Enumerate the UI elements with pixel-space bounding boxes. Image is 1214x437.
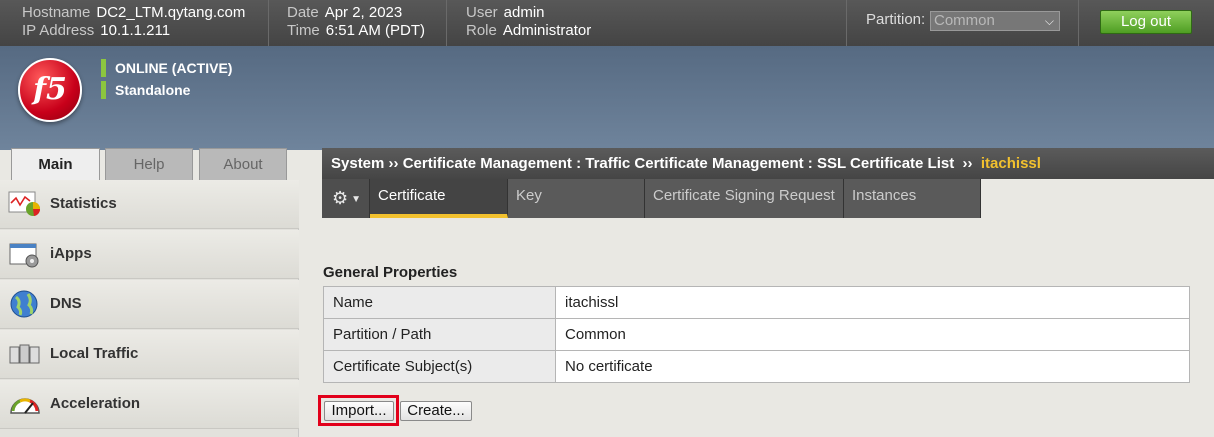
property-value: Common <box>555 318 1190 351</box>
acceleration-gauge-icon <box>8 389 42 419</box>
general-properties-title: General Properties <box>323 264 458 281</box>
f5-logo: f5 <box>18 58 82 122</box>
datetime-info: Date Apr 2, 2023 Time 6:51 AM (PDT) <box>287 4 425 40</box>
property-value: No certificate <box>555 350 1190 383</box>
sidebar-item-label: DNS <box>50 295 82 312</box>
sidebar-item-label: Statistics <box>50 195 117 212</box>
time-value: 6:51 AM (PDT) <box>325 22 425 39</box>
breadcrumb: System ›› Certificate Management : Traff… <box>322 148 1214 179</box>
sidebar-item-local-traffic[interactable]: Local Traffic <box>0 330 299 379</box>
breadcrumb-separator: ›› <box>954 155 981 172</box>
time-label: Time <box>287 22 320 39</box>
divider <box>446 0 447 46</box>
host-info: Hostname DC2_LTM.qytang.com IP Address 10.… <box>22 4 245 40</box>
tab-certificate-signing-request[interactable]: Certificate Signing Request <box>645 179 844 218</box>
sidebar-menu: Statistics iApps DNS Local Traffic Accel… <box>0 180 299 437</box>
top-info-bar: Hostname DC2_LTM.qytang.com IP Address 10.… <box>0 0 1214 46</box>
partition-selector: Partition: Common ⌵ <box>866 11 1060 31</box>
property-key: Name <box>323 286 556 319</box>
breadcrumb-current: itachissl <box>980 155 1041 172</box>
partition-dropdown[interactable]: Common ⌵ <box>930 11 1060 31</box>
general-properties-table: Name itachissl Partition / Path Common C… <box>323 286 1190 383</box>
banner: f5 ONLINE (ACTIVE) Standalone <box>0 46 1214 150</box>
tab-help[interactable]: Help <box>105 148 193 180</box>
sidebar-item-label: iApps <box>50 245 92 262</box>
caret-down-icon: ▼ <box>351 193 362 205</box>
table-row: Name itachissl <box>323 286 1190 319</box>
divider <box>846 0 847 46</box>
role-value: Administrator <box>502 22 592 39</box>
table-row: Certificate Subject(s) No certificate <box>323 350 1190 383</box>
sidebar-item-label: Acceleration <box>50 395 141 412</box>
tab-key[interactable]: Key <box>508 179 645 218</box>
sidebar-item-statistics[interactable]: Statistics <box>0 180 299 229</box>
table-row: Partition / Path Common <box>323 318 1190 351</box>
sidebar-item-iapps[interactable]: iApps <box>0 230 299 279</box>
ip-label: IP Address <box>22 22 95 39</box>
highlight-box <box>318 395 399 426</box>
dns-globe-icon <box>8 289 42 319</box>
gear-icon: ⚙ <box>332 188 349 208</box>
tab-instances[interactable]: Instances <box>844 179 981 218</box>
iapps-icon <box>8 239 42 269</box>
ip-value: 10.1.1.211 <box>100 22 171 39</box>
hostname-label: Hostname <box>22 4 91 21</box>
status-online: ONLINE (ACTIVE) <box>101 59 232 77</box>
chevron-down-icon: ⌵ <box>1044 14 1054 28</box>
tab-certificate[interactable]: Certificate <box>370 179 508 218</box>
property-key: Partition / Path <box>323 318 556 351</box>
logo-text: f5 <box>33 72 67 107</box>
statistics-icon <box>8 189 42 219</box>
divider <box>1078 0 1079 46</box>
sidebar-item-label: Local Traffic <box>50 345 139 362</box>
partition-label: Partition: <box>866 11 926 28</box>
hostname-value: DC2_LTM.qytang.com <box>96 4 246 21</box>
status-mode: Standalone <box>101 81 190 99</box>
sidebar-item-dns[interactable]: DNS <box>0 280 299 329</box>
tab-about[interactable]: About <box>199 148 287 180</box>
logout-button[interactable]: Log out <box>1100 10 1192 34</box>
property-value: itachissl <box>555 286 1190 319</box>
partition-value: Common <box>934 12 995 29</box>
role-label: Role <box>466 22 497 39</box>
user-value: admin <box>503 4 545 21</box>
property-key: Certificate Subject(s) <box>323 350 556 383</box>
user-label: User <box>466 4 498 21</box>
date-label: Date <box>287 4 319 21</box>
create-button[interactable]: Create... <box>400 401 472 421</box>
divider <box>268 0 269 46</box>
sidebar-item-acceleration[interactable]: Acceleration <box>0 380 299 429</box>
tab-main[interactable]: Main <box>11 148 100 181</box>
local-traffic-icon <box>8 339 42 369</box>
gear-menu-button[interactable]: ⚙ ▼ <box>322 179 370 218</box>
date-value: Apr 2, 2023 <box>324 4 403 21</box>
breadcrumb-path[interactable]: System ›› Certificate Management : Traff… <box>331 155 954 172</box>
user-info: User admin Role Administrator <box>466 4 591 40</box>
